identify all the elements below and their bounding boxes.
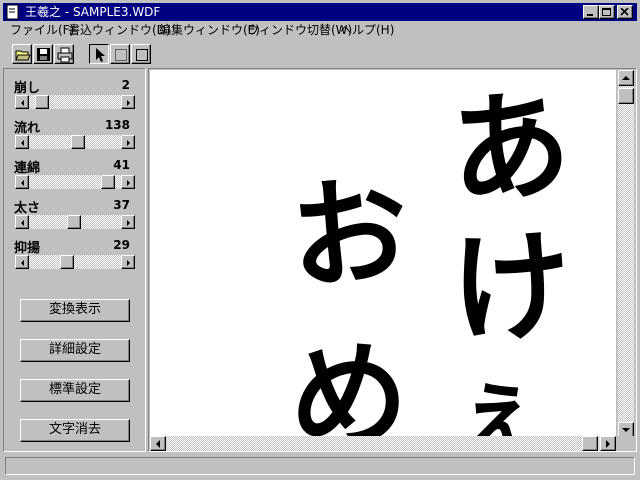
menu-edit-window[interactable]: 編集ウィンドウ(E): [159, 23, 260, 38]
slider-thumb[interactable]: [60, 255, 75, 269]
slider-intonation[interactable]: [15, 255, 135, 269]
scroll-up-button[interactable]: [618, 70, 634, 86]
arrow-left-icon: [21, 100, 24, 106]
slider-label-collapse: 崩し: [14, 81, 41, 96]
slider-collapse[interactable]: [15, 95, 135, 109]
detail-settings-button[interactable]: 詳細設定: [20, 339, 130, 362]
close-button[interactable]: [617, 5, 633, 19]
horizontal-scroll-thumb[interactable]: [582, 436, 598, 451]
slider-thumb[interactable]: [71, 135, 86, 149]
calligraphy-canvas[interactable]: あ け ぇ お め: [150, 70, 616, 438]
slider-thickness[interactable]: [15, 215, 135, 229]
open-button[interactable]: [12, 44, 32, 64]
scroll-right-button[interactable]: [121, 135, 135, 149]
arrow-left-icon: [156, 440, 160, 448]
status-bar: [3, 455, 637, 477]
scroll-right-button[interactable]: [121, 175, 135, 189]
slider-label-intonation: 抑揚: [14, 241, 41, 256]
save-button[interactable]: [33, 44, 53, 64]
slider-label-renmen: 連綿: [14, 161, 41, 176]
char-ke: け: [447, 214, 577, 363]
scroll-right-button[interactable]: [121, 95, 135, 109]
slider-value-renmen: 41: [113, 158, 130, 172]
arrow-left-icon: [21, 180, 24, 186]
edit-window: あ け ぇ お め: [148, 68, 637, 452]
arrow-left-icon: [21, 220, 24, 226]
standard-settings-button[interactable]: 標準設定: [20, 379, 130, 402]
erase-text-button[interactable]: 文字消去: [20, 419, 130, 442]
arrow-right-icon: [606, 440, 610, 448]
toolbar: [3, 42, 637, 67]
scroll-left-button[interactable]: [15, 95, 29, 109]
print-icon: [57, 47, 73, 63]
slider-value-flow: 138: [104, 118, 130, 132]
save-icon: [37, 48, 50, 61]
slider-thumb[interactable]: [35, 95, 50, 109]
slider-thumb[interactable]: [100, 175, 115, 189]
maximize-icon: [602, 8, 611, 16]
rectangle-icon: [136, 49, 148, 61]
scroll-left-button[interactable]: [150, 436, 166, 451]
parameter-panel: 崩し 2 流れ 138 連綿 41 太さ 37 抑揚 29 変換表示 詳細設定 …: [3, 68, 146, 452]
menu-file[interactable]: ファイル(F): [10, 23, 74, 38]
pointer-tool[interactable]: [89, 44, 109, 64]
char-me: め: [290, 327, 408, 438]
scroll-right-button[interactable]: [121, 215, 135, 229]
scroll-left-button[interactable]: [15, 215, 29, 229]
convert-display-button[interactable]: 変換表示: [20, 299, 130, 322]
scroll-right-button[interactable]: [121, 255, 135, 269]
arrow-left-icon: [21, 140, 24, 146]
scroll-left-button[interactable]: [15, 175, 29, 189]
arrow-up-icon: [622, 76, 630, 80]
arrow-left-icon: [21, 260, 24, 266]
menu-bar: ファイル(F) 書込ウィンドウ(D) 編集ウィンドウ(E) ウィンドウ切替(W)…: [3, 21, 637, 40]
arrow-right-icon: [127, 100, 130, 106]
minimize-button[interactable]: [583, 5, 599, 19]
select-rect-tool[interactable]: [110, 44, 130, 64]
char-a: あ: [443, 72, 577, 225]
arrow-right-icon: [127, 260, 130, 266]
slider-value-intonation: 29: [113, 238, 130, 252]
scroll-corner: [618, 436, 634, 451]
scroll-left-button[interactable]: [15, 255, 29, 269]
slider-flow[interactable]: [15, 135, 135, 149]
char-e: ぇ: [455, 358, 545, 438]
close-icon: [620, 8, 629, 16]
slider-value-thickness: 37: [113, 198, 130, 212]
vertical-scroll-thumb[interactable]: [618, 88, 634, 104]
arrow-right-icon: [127, 180, 130, 186]
vertical-scrollbar[interactable]: [618, 70, 634, 438]
open-icon: [15, 50, 31, 61]
scroll-right-button[interactable]: [600, 436, 616, 451]
scroll-left-button[interactable]: [15, 135, 29, 149]
menu-write-window[interactable]: 書込ウィンドウ(D): [68, 23, 171, 38]
arrow-down-icon: [622, 428, 630, 432]
slider-renmen[interactable]: [15, 175, 135, 189]
arrow-right-icon: [127, 220, 130, 226]
char-o: お: [284, 159, 414, 308]
arrow-right-icon: [127, 140, 130, 146]
pointer-icon: [96, 48, 105, 62]
menu-help[interactable]: ヘルプ(H): [340, 23, 394, 38]
app-icon[interactable]: [5, 4, 21, 20]
slider-thumb[interactable]: [67, 215, 82, 229]
window-title: 王羲之 - SAMPLE3.WDF: [25, 5, 161, 19]
horizontal-scrollbar[interactable]: [150, 436, 616, 451]
status-pane: [5, 457, 635, 475]
title-bar[interactable]: 王羲之 - SAMPLE3.WDF: [3, 3, 637, 21]
minimize-icon: [587, 14, 593, 16]
select-rect-icon: [115, 49, 127, 61]
rectangle-tool[interactable]: [131, 44, 151, 64]
maximize-button[interactable]: [599, 5, 615, 19]
slider-value-collapse: 2: [121, 78, 130, 92]
print-button[interactable]: [54, 44, 74, 64]
menu-window-switch[interactable]: ウィンドウ切替(W): [247, 23, 352, 38]
slider-label-flow: 流れ: [14, 121, 41, 136]
slider-label-thickness: 太さ: [14, 201, 41, 216]
